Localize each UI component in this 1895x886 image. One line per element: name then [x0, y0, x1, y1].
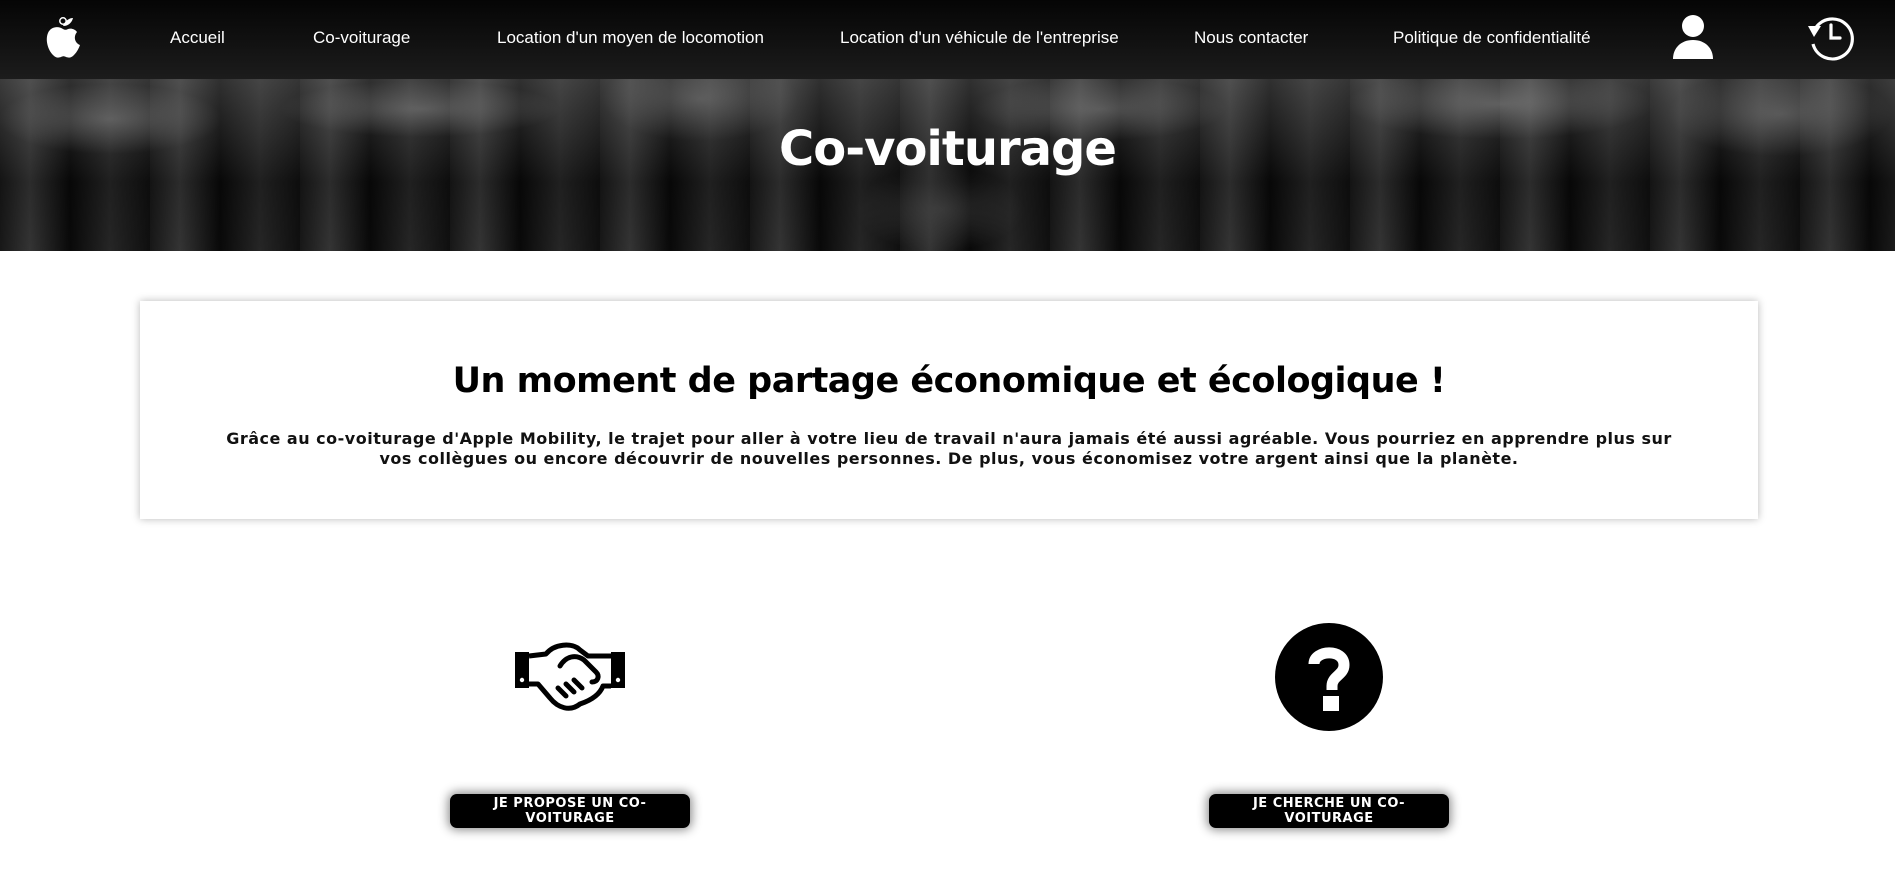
question-circle-icon [1274, 622, 1384, 732]
nav-link-politique-confidentialite[interactable]: Politique de confidentialité [1393, 28, 1591, 48]
user-icon[interactable] [1670, 13, 1716, 61]
search-carpool-button[interactable]: JE CHERCHE UN CO-VOITURAGE [1209, 794, 1449, 828]
page-title: Co-voiturage [779, 121, 1117, 177]
top-navbar: Accueil Co-voiturage Location d'un moyen… [0, 0, 1895, 79]
nav-link-accueil[interactable]: Accueil [170, 28, 225, 48]
nav-link-co-voiturage[interactable]: Co-voiturage [313, 28, 410, 48]
hero-banner: Co-voiturage [0, 79, 1895, 251]
handshake-icon [514, 640, 626, 714]
nav-link-location-vehicule[interactable]: Location d'un véhicule de l'entreprise [840, 28, 1119, 48]
nav-link-location-locomotion[interactable]: Location d'un moyen de locomotion [497, 28, 764, 48]
intro-text: Grâce au co-voiturage d'Apple Mobility, … [226, 429, 1672, 468]
apple-logo-icon[interactable] [40, 14, 86, 62]
history-icon[interactable] [1806, 12, 1856, 62]
intro-heading: Un moment de partage économique et écolo… [452, 361, 1446, 401]
nav-link-nous-contacter[interactable]: Nous contacter [1194, 28, 1308, 48]
intro-card: Un moment de partage économique et écolo… [140, 301, 1758, 519]
propose-carpool-button[interactable]: JE PROPOSE UN CO-VOITURAGE [450, 794, 690, 828]
